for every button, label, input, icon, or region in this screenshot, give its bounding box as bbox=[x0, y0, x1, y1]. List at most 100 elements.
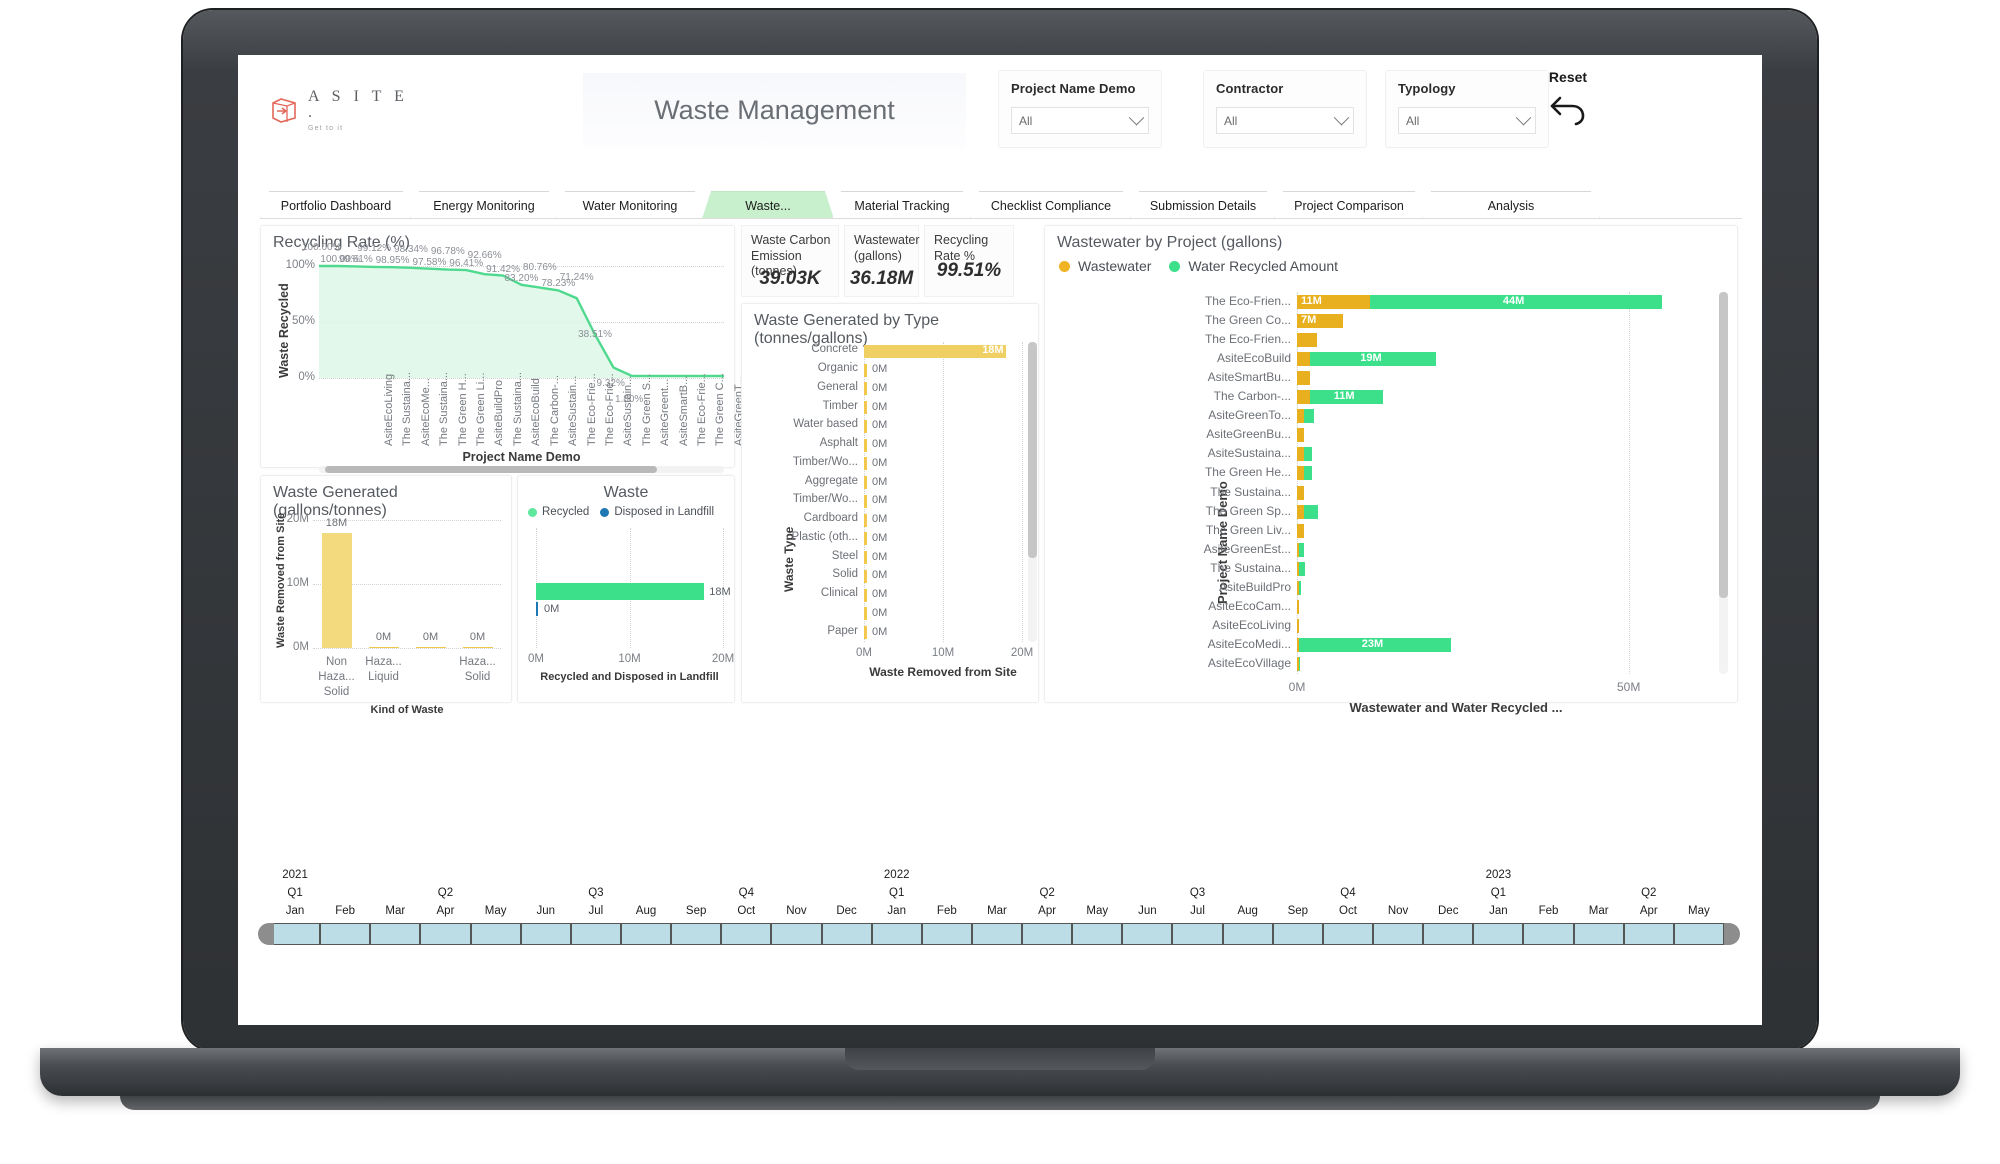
slicer-contractor[interactable]: Contractor All bbox=[1203, 70, 1367, 148]
timeline-month-cell[interactable] bbox=[1623, 923, 1674, 945]
bar[interactable] bbox=[864, 476, 867, 490]
slicer-typology[interactable]: Typology All bbox=[1385, 70, 1549, 148]
bar[interactable] bbox=[864, 588, 867, 602]
tab-energy-monitoring[interactable]: Energy Monitoring bbox=[410, 191, 558, 219]
bar-wastewater[interactable] bbox=[1297, 447, 1304, 462]
column-bar[interactable] bbox=[415, 646, 446, 648]
timeline-month-cell[interactable] bbox=[1022, 923, 1073, 945]
bar-water-recycled[interactable] bbox=[1303, 409, 1314, 424]
bar-water-recycled[interactable] bbox=[1303, 447, 1312, 462]
bar[interactable] bbox=[864, 382, 867, 396]
timeline-month-cell[interactable] bbox=[320, 923, 371, 945]
timeline-month-cell[interactable] bbox=[1172, 923, 1223, 945]
waste-recycled-landfill-plot[interactable]: 0M 10M 20M 18M 0M Recycled and Disposed in La… bbox=[518, 476, 734, 702]
timeline-month-cell[interactable] bbox=[871, 923, 922, 945]
timeline-month-cell[interactable] bbox=[921, 923, 972, 945]
bar-wastewater[interactable] bbox=[1297, 428, 1304, 443]
timeline-month-label: Feb bbox=[335, 905, 356, 917]
tab-water-monitoring[interactable]: Water Monitoring bbox=[556, 191, 704, 219]
slicer-dropdown[interactable]: All bbox=[1011, 107, 1149, 134]
timeline-month-cell[interactable] bbox=[771, 923, 822, 945]
bar-water-recycled[interactable] bbox=[1298, 581, 1302, 596]
timeline-month-cell[interactable] bbox=[1373, 923, 1424, 945]
bar-recycled[interactable] bbox=[536, 583, 705, 600]
bar-water-recycled[interactable] bbox=[1298, 542, 1305, 557]
timeline-month-cell[interactable] bbox=[620, 923, 672, 945]
slicer-dropdown[interactable]: All bbox=[1398, 107, 1536, 134]
bar-wastewater[interactable] bbox=[1297, 600, 1299, 615]
timeline-month-cell[interactable] bbox=[570, 923, 621, 945]
timeline-month-cell[interactable] bbox=[270, 923, 321, 945]
wastewater-chart-plot[interactable]: 0M 50M Project Name Demo The Eco-Frien... 11… bbox=[1045, 226, 1737, 715]
timeline-month-cell[interactable] bbox=[470, 923, 521, 945]
bar[interactable] bbox=[864, 513, 867, 527]
waste-by-type-chart[interactable]: 0M 10M 20M Waste Type Concrete 18M Organic 0M Ge… bbox=[742, 304, 1038, 702]
column-bar[interactable] bbox=[368, 646, 399, 648]
timeline-month-cell[interactable] bbox=[721, 923, 772, 945]
bar[interactable] bbox=[864, 569, 867, 583]
timeline-slicer[interactable]: Jan Feb Mar Apr May Jun Jul Aug Sep Oct Nov Dec Jan F… bbox=[258, 867, 1740, 957]
bar-landfill[interactable] bbox=[536, 602, 538, 616]
bar[interactable] bbox=[864, 551, 867, 565]
bar[interactable] bbox=[864, 607, 867, 621]
bar-water-recycled[interactable] bbox=[1303, 466, 1312, 481]
slicer-dropdown[interactable]: All bbox=[1216, 107, 1354, 134]
timeline-month-cell[interactable] bbox=[1072, 923, 1123, 945]
timeline-month-cell[interactable] bbox=[1573, 923, 1624, 945]
timeline-month-cell[interactable] bbox=[971, 923, 1023, 945]
bar-wastewater[interactable] bbox=[1297, 619, 1299, 634]
tab-waste[interactable]: Waste... bbox=[702, 191, 834, 219]
timeline-month-cell[interactable] bbox=[671, 923, 722, 945]
recycling-rate-chart[interactable]: 100% 50% 0% Waste Recycled 100.00% 100.00% 99.… bbox=[261, 226, 800, 473]
column-bar[interactable] bbox=[321, 532, 352, 648]
tab-project-comparison[interactable]: Project Comparison bbox=[1274, 191, 1424, 219]
bar[interactable] bbox=[864, 494, 867, 508]
bar[interactable] bbox=[864, 363, 867, 377]
bar-water-recycled[interactable] bbox=[1298, 561, 1306, 576]
timeline-month-cell[interactable] bbox=[1322, 923, 1374, 945]
slicer-project-name-demo[interactable]: Project Name Demo All bbox=[998, 70, 1162, 148]
tab-material-tracking[interactable]: Material Tracking bbox=[832, 191, 972, 219]
timeline-month-cell[interactable] bbox=[821, 923, 872, 945]
timeline-month-cell[interactable] bbox=[420, 923, 471, 945]
timeline-month-cell[interactable] bbox=[1423, 923, 1474, 945]
bar-wastewater[interactable] bbox=[1297, 390, 1311, 405]
timeline-month-cell[interactable] bbox=[370, 923, 421, 945]
bar-wastewater[interactable] bbox=[1297, 370, 1311, 385]
waste-generated-chart[interactable]: 20M 10M 0M Waste Removed from Site 18M 0M 0M 0M… bbox=[261, 476, 511, 716]
bar-wastewater[interactable] bbox=[1297, 332, 1317, 347]
timeline-month-cell[interactable] bbox=[1523, 923, 1574, 945]
bar[interactable] bbox=[864, 401, 867, 415]
timeline-month-cell[interactable] bbox=[520, 923, 571, 945]
reset-button[interactable]: Reset bbox=[1533, 69, 1603, 149]
timeline-handle-right[interactable] bbox=[1724, 923, 1740, 945]
timeline-month-cell[interactable] bbox=[1272, 923, 1323, 945]
column-bar[interactable] bbox=[462, 646, 493, 648]
timeline-month-cell[interactable] bbox=[1473, 923, 1524, 945]
timeline-month-cell[interactable] bbox=[1673, 923, 1724, 945]
timeline-handle-left[interactable] bbox=[258, 923, 274, 945]
bar[interactable] bbox=[864, 438, 867, 452]
bar-water-recycled[interactable] bbox=[1298, 657, 1301, 672]
bar[interactable] bbox=[864, 419, 867, 433]
bar-wastewater[interactable] bbox=[1297, 485, 1304, 500]
bar-wastewater[interactable] bbox=[1297, 523, 1304, 538]
vertical-scrollbar-thumb[interactable] bbox=[1028, 342, 1037, 558]
bar[interactable] bbox=[864, 532, 867, 546]
vertical-scrollbar-thumb[interactable] bbox=[1719, 292, 1728, 598]
tab-checklist-compliance[interactable]: Checklist Compliance bbox=[970, 191, 1132, 219]
horizontal-scrollbar-thumb[interactable] bbox=[325, 466, 658, 473]
y-axis-category: The Eco-Frien... bbox=[1204, 331, 1291, 346]
tab-analysis[interactable]: Analysis bbox=[1422, 191, 1600, 219]
tab-portfolio-dashboard[interactable]: Portfolio Dashboard bbox=[260, 191, 412, 219]
bar[interactable] bbox=[864, 626, 867, 640]
timeline-month-cell[interactable] bbox=[1222, 923, 1273, 945]
bar-water-recycled[interactable] bbox=[1303, 504, 1319, 519]
bar-wastewater[interactable] bbox=[1297, 409, 1304, 424]
timeline-month-cell[interactable] bbox=[1122, 923, 1173, 945]
tab-submission-details[interactable]: Submission Details bbox=[1130, 191, 1276, 219]
bar-wastewater[interactable] bbox=[1297, 351, 1311, 366]
bar[interactable] bbox=[864, 457, 867, 471]
bar-wastewater[interactable] bbox=[1297, 504, 1304, 519]
bar-wastewater[interactable] bbox=[1297, 466, 1304, 481]
